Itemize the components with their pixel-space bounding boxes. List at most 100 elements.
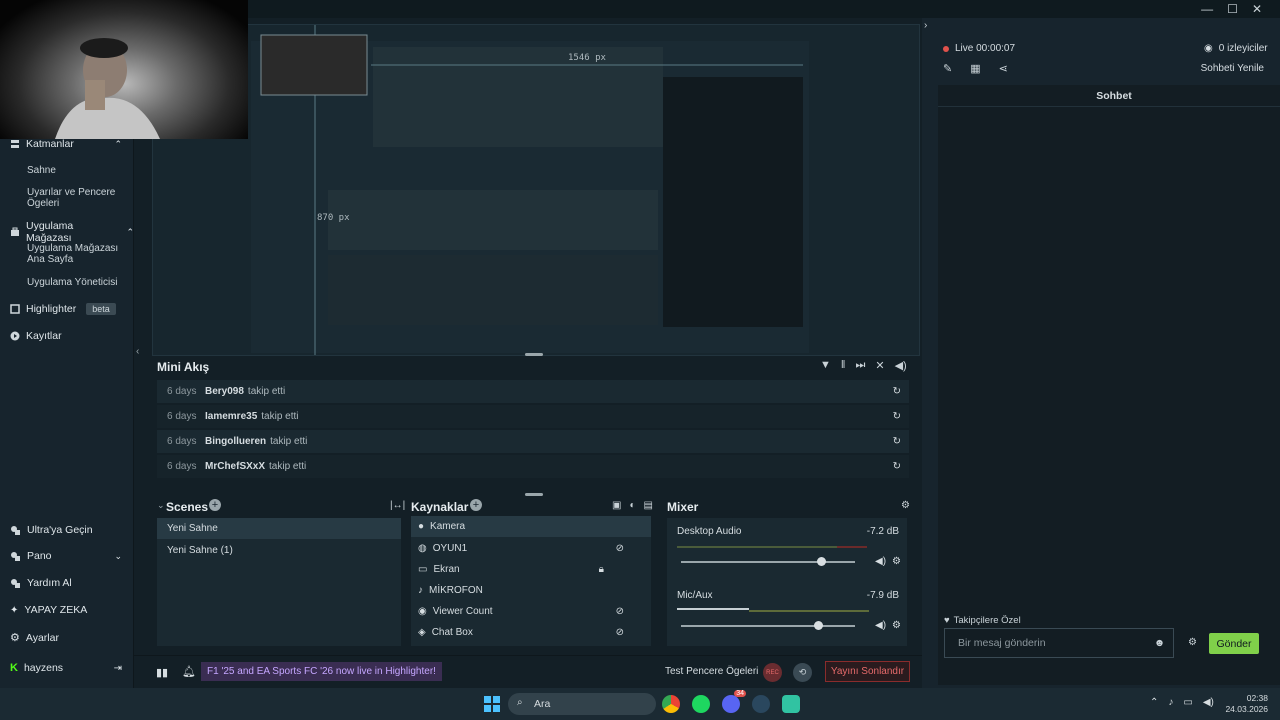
sidebar-item-label: Katmanlar [26, 138, 74, 150]
edit-icon[interactable]: ✎ [943, 62, 952, 75]
volume-slider-knob[interactable] [817, 557, 826, 566]
sidebar-item-recordings[interactable]: Kayıtlar [0, 330, 134, 342]
feed-user[interactable]: Bery098 [205, 386, 244, 397]
replay-buffer-button[interactable]: ⟲ [793, 663, 812, 682]
taskbar-search[interactable]: ⌕ Ara [508, 693, 656, 715]
channel-name: Mic/Aux [677, 590, 713, 601]
chrome-icon[interactable] [662, 695, 680, 713]
streamlabs-icon[interactable] [782, 695, 800, 713]
volume-slider[interactable] [681, 625, 855, 627]
collapse-left-button[interactable]: ‹ [136, 346, 139, 357]
scene-item[interactable]: Yeni Sahne [157, 518, 401, 539]
pause-icon[interactable]: ‖ [841, 359, 846, 372]
speaker-icon[interactable]: ◀) [875, 620, 886, 631]
scene-transition-icon[interactable]: |↔| [390, 500, 405, 511]
splitter-handle[interactable] [525, 493, 543, 496]
rec-button[interactable]: REC [763, 663, 782, 682]
mixer-settings-icon[interactable]: ⚙ [901, 500, 910, 511]
send-button[interactable]: Gönder [1209, 633, 1259, 654]
repeat-icon[interactable]: ↻ [893, 461, 901, 472]
dashboard-icon [10, 551, 21, 562]
repeat-icon[interactable]: ↻ [893, 411, 901, 422]
feed-user[interactable]: Bingollueren [205, 436, 266, 447]
start-icon[interactable] [484, 696, 500, 712]
notification-icon[interactable]: 🔔︎ [182, 665, 196, 678]
source-props-icon[interactable]: ▣ [612, 500, 621, 511]
splitter-handle[interactable] [525, 353, 543, 356]
preview-canvas [251, 25, 809, 355]
collapse-mini-icon[interactable]: ⌄ [157, 500, 165, 511]
sidebar-item-settings[interactable]: ⚙ Ayarlar [0, 631, 134, 645]
add-scene-button[interactable]: + [209, 499, 221, 511]
clock[interactable]: 02:38 24.03.2026 [1224, 693, 1268, 715]
channel-gear-icon[interactable]: ⚙ [892, 556, 901, 567]
folder-icon[interactable]: ▤ [644, 500, 653, 511]
sidebar-item-app-store-home[interactable]: Uygulama Mağazası Ana Sayfa [27, 243, 127, 265]
source-item[interactable]: ♪ MİKROFON [418, 580, 648, 601]
sidebar-item-app-manager[interactable]: Uygulama Yöneticisi [27, 277, 127, 288]
source-item[interactable]: ▭ Ekran 🔒︎ [418, 559, 648, 580]
sidebar-item-help[interactable]: Yardım Al [0, 577, 134, 589]
add-source-button[interactable]: + [470, 499, 482, 511]
steam-icon[interactable] [752, 695, 770, 713]
chat-input[interactable]: Bir mesaj gönderin ☻ [944, 628, 1174, 658]
rec-label: REC [766, 669, 779, 676]
sidebar-item-app-store[interactable]: Uygulama Mağazası ⌃ [0, 220, 134, 244]
sidebar-item-widgets[interactable]: Uyarılar ve Pencere Ögeleri [27, 187, 127, 209]
network-icon[interactable]: ▭ [1183, 697, 1192, 708]
maximize-button[interactable]: ☐ [1227, 2, 1238, 16]
news-banner[interactable]: F1 '25 and EA Sports FC '26 now live in … [201, 662, 442, 681]
discord-icon[interactable]: 34 [722, 690, 746, 713]
feed-user[interactable]: MrChefSXxX [205, 461, 265, 472]
stream-preview[interactable] [152, 24, 920, 356]
filter-icon[interactable]: ▼ [820, 359, 831, 372]
end-stream-label: Yayını Sonlandır [830, 666, 905, 677]
hidden-eye-icon[interactable]: ⊘ [616, 627, 624, 638]
scene-item[interactable]: Yeni Sahne (1) [157, 540, 401, 561]
sidebar-item-dashboard[interactable]: Pano ⌄ [0, 550, 134, 562]
share-icon[interactable]: ⋖ [999, 62, 1008, 75]
emoji-icon[interactable]: ☻ [1154, 637, 1165, 649]
logout-icon[interactable]: ⇥ [114, 663, 122, 674]
source-filter-icon[interactable]: ◐ [629, 500, 635, 511]
sidebar-item-ultra[interactable]: Ultra'ya Geçin [0, 524, 134, 536]
sidebar-item-user[interactable]: K hayzens ⇥ [0, 662, 134, 674]
refresh-chat-button[interactable]: Sohbeti Yenile [1201, 63, 1264, 74]
test-widgets-button[interactable]: Test Pencere Ögeleri [665, 666, 758, 677]
lock-icon[interactable]: 🔒︎ [599, 564, 604, 575]
volume-icon[interactable]: ◀) [895, 359, 907, 372]
sidebar-item-ai[interactable]: ✦ YAPAY ZEKA [0, 604, 134, 616]
skip-icon[interactable]: ⏭ [855, 359, 865, 372]
gamepad-icon: ◍ [418, 543, 427, 554]
chevron-up-icon[interactable]: ⌃ [1150, 697, 1158, 708]
volume-slider[interactable] [681, 561, 855, 563]
feed-action: takip etti [247, 386, 286, 397]
sidebar-item-scene[interactable]: Sahne [27, 165, 127, 176]
clapper-icon[interactable]: ▦ [970, 62, 980, 75]
stats-icon[interactable]: ▮▮ [156, 666, 168, 679]
end-stream-button[interactable]: Yayını Sonlandır [825, 661, 910, 682]
source-item[interactable]: ● Kamera [411, 516, 651, 537]
minimize-button[interactable]: — [1201, 2, 1213, 16]
microphone-icon[interactable]: ♪ [1168, 697, 1173, 708]
speaker-icon[interactable]: ◀) [875, 556, 886, 567]
hidden-eye-icon[interactable]: ⊘ [616, 606, 624, 617]
source-item[interactable]: ◈ Chat Box ⊘ [418, 622, 648, 643]
mute-alerts-icon[interactable]: ✕ [875, 359, 884, 372]
collapse-right-icon[interactable]: › [924, 20, 927, 31]
volume-slider-knob[interactable] [814, 621, 823, 630]
sidebar-item-layers[interactable]: Katmanlar ⌃ [0, 138, 134, 150]
repeat-icon[interactable]: ↻ [893, 386, 901, 397]
source-item[interactable]: ◉ Viewer Count ⊘ [418, 601, 648, 622]
chat-settings-icon[interactable]: ⚙ [1188, 637, 1197, 648]
spotify-icon[interactable] [692, 695, 710, 713]
feed-user[interactable]: Iamemre35 [205, 411, 257, 422]
channel-gear-icon[interactable]: ⚙ [892, 620, 901, 631]
close-button[interactable]: ✕ [1252, 2, 1262, 16]
volume-icon[interactable]: ◀) [1203, 697, 1214, 708]
sidebar-item-highlighter[interactable]: Highlighter beta [0, 303, 134, 315]
hidden-eye-icon[interactable]: ⊘ [616, 543, 624, 554]
source-item[interactable]: ◍ OYUN1 ⊘ [418, 538, 648, 559]
sidebar-item-label: Ultra'ya Geçin [27, 524, 93, 536]
repeat-icon[interactable]: ↻ [893, 436, 901, 447]
